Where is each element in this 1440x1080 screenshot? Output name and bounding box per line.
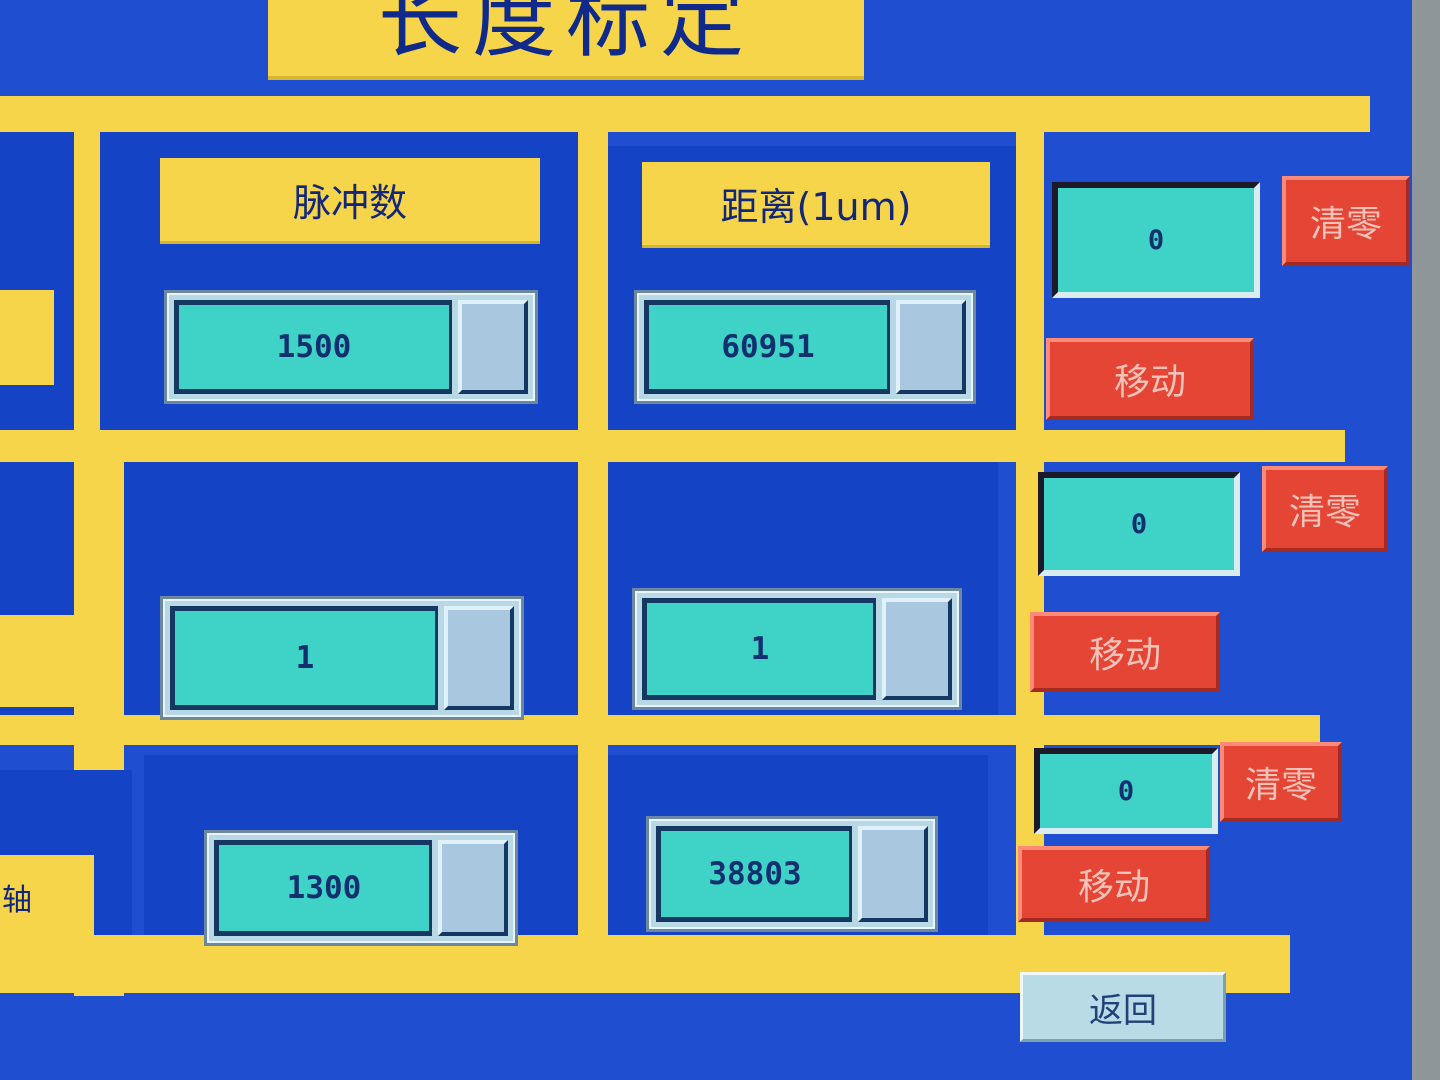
move-button-row3[interactable]: 移动: [1018, 846, 1210, 922]
return-button[interactable]: 返回: [1020, 972, 1226, 1042]
header-distance-text: 距离(1um): [720, 185, 912, 229]
distance-knob-row2[interactable]: [882, 598, 952, 700]
page-title: 长度标定: [268, 0, 864, 80]
distance-value-row3[interactable]: 38803: [656, 826, 852, 922]
return-button-label: 返回: [1089, 990, 1157, 1031]
screen-bezel: [1412, 0, 1440, 1080]
pulse-input-row1[interactable]: 1500: [164, 290, 538, 404]
left-label-2: [0, 615, 74, 707]
pulse-input-row3[interactable]: 1300: [204, 830, 518, 946]
pulse-knob-row3[interactable]: [438, 840, 508, 936]
distance-input-row3[interactable]: 38803: [646, 816, 938, 932]
clear-button-row2-label: 清零: [1288, 492, 1361, 533]
left-label-1: [0, 290, 54, 385]
pulse-value-row1[interactable]: 1500: [174, 300, 452, 394]
move-button-row3-label: 移动: [1077, 867, 1150, 908]
frame-bar-top: [0, 96, 1370, 132]
readout-row3: 0: [1034, 748, 1218, 834]
frame-col-2: [578, 96, 608, 976]
frame-bar-row1: [0, 430, 1345, 462]
left-label-3-text: 轴: [2, 883, 32, 918]
header-pulse-text: 脉冲数: [292, 181, 407, 225]
readout-row2: 0: [1038, 472, 1240, 576]
clear-button-row1-label: 清零: [1309, 204, 1382, 245]
readout-row1-text: 0: [1147, 224, 1165, 256]
move-button-row2[interactable]: 移动: [1030, 612, 1220, 692]
distance-input-row2[interactable]: 1: [632, 588, 962, 710]
readout-row1: 0: [1052, 182, 1260, 298]
move-button-row1[interactable]: 移动: [1046, 338, 1254, 420]
clear-button-row3-label: 清零: [1244, 765, 1317, 806]
move-button-row1-label: 移动: [1113, 362, 1186, 403]
readout-row2-text: 0: [1130, 508, 1148, 540]
header-pulse: 脉冲数: [160, 158, 540, 244]
move-button-row2-label: 移动: [1088, 635, 1161, 676]
distance-knob-row1[interactable]: [896, 300, 966, 394]
readout-row3-text: 0: [1117, 775, 1135, 807]
panel-left-1: [0, 132, 74, 430]
page-title-text: 长度标定: [377, 0, 754, 69]
distance-input-row1[interactable]: 60951: [634, 290, 976, 404]
pulse-value-row3[interactable]: 1300: [214, 840, 432, 936]
pulse-knob-row2[interactable]: [444, 606, 514, 710]
distance-value-row1[interactable]: 60951: [644, 300, 890, 394]
pulse-knob-row1[interactable]: [458, 300, 528, 394]
distance-value-row2[interactable]: 1: [642, 598, 876, 700]
left-label-3: 轴: [0, 855, 94, 939]
distance-knob-row3[interactable]: [858, 826, 928, 922]
clear-button-row3[interactable]: 清零: [1220, 742, 1342, 822]
clear-button-row1[interactable]: 清零: [1282, 176, 1410, 266]
header-distance: 距离(1um): [642, 162, 990, 248]
pulse-value-row2[interactable]: 1: [170, 606, 438, 710]
pulse-input-row2[interactable]: 1: [160, 596, 524, 720]
clear-button-row2[interactable]: 清零: [1262, 466, 1388, 552]
